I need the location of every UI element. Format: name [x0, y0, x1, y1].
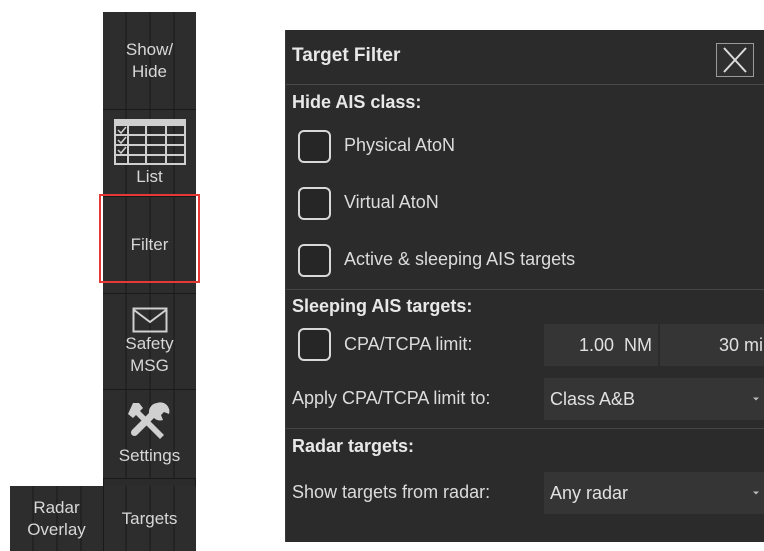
divider [286, 289, 764, 290]
safety-msg-button[interactable]: Safety MSG [103, 294, 196, 390]
active-sleeping-checkbox[interactable] [298, 244, 331, 277]
radar-targets-heading: Radar targets: [292, 436, 415, 456]
physical-aton-label: Physical AtoN [344, 135, 456, 155]
target-filter-dialog: Target Filter Hide AIS class: Physical A… [285, 30, 764, 542]
apply-cpa-select[interactable]: Class A&B [544, 378, 764, 420]
cpa-distance-value: 1.00 NM [578, 334, 652, 355]
wrench-screwdriver-icon [127, 401, 173, 445]
radar-source-value: Any radar [550, 482, 629, 503]
apply-cpa-value: Class A&B [550, 388, 636, 409]
chevron-down-icon [753, 491, 759, 495]
dialog-header: Target Filter [286, 30, 764, 85]
targets-label: Targets [121, 508, 178, 528]
close-icon [717, 47, 753, 80]
divider [286, 428, 764, 429]
apply-cpa-label: Apply CPA/TCPA limit to: [292, 388, 491, 408]
show-hide-label: Show/ Hide [125, 39, 174, 81]
envelope-icon [132, 307, 168, 333]
list-button[interactable]: List [103, 110, 196, 197]
virtual-aton-row[interactable]: Virtual AtoN [286, 183, 764, 225]
chevron-down-icon [753, 397, 759, 401]
cpa-distance-field[interactable]: 1.00 NM [544, 324, 658, 366]
physical-aton-row[interactable]: Physical AtoN [286, 126, 764, 168]
cpa-tcpa-row: CPA/TCPA limit: 1.00 NM 30 min [286, 322, 764, 368]
list-label: List [136, 167, 163, 186]
apply-cpa-row: Apply CPA/TCPA limit to: Class A&B [286, 376, 764, 422]
physical-aton-checkbox[interactable] [298, 130, 331, 163]
settings-label: Settings [118, 446, 181, 465]
active-sleeping-row[interactable]: Active & sleeping AIS targets [286, 240, 764, 282]
settings-button[interactable]: Settings [103, 390, 196, 479]
radar-source-label: Show targets from radar: [292, 482, 491, 502]
sleeping-ais-heading: Sleeping AIS targets: [292, 296, 473, 316]
radar-overlay-button[interactable]: Radar Overlay [10, 486, 104, 551]
cpa-tcpa-label: CPA/TCPA limit: [344, 334, 473, 354]
show-hide-button[interactable]: Show/ Hide [103, 12, 196, 110]
filter-highlight-box [99, 194, 200, 283]
targets-button[interactable]: Targets [103, 486, 196, 551]
radar-overlay-label: Radar Overlay [27, 497, 86, 539]
hide-ais-heading: Hide AIS class: [292, 92, 422, 112]
safety-msg-label: Safety MSG [125, 333, 174, 375]
list-icon [113, 118, 186, 166]
active-sleeping-label: Active & sleeping AIS targets [344, 249, 576, 269]
virtual-aton-checkbox[interactable] [298, 187, 331, 220]
cpa-time-field[interactable]: 30 min [660, 324, 764, 366]
cpa-tcpa-checkbox[interactable] [298, 328, 331, 361]
radar-source-row: Show targets from radar: Any radar [286, 470, 764, 516]
dialog-title: Target Filter [292, 45, 401, 66]
virtual-aton-label: Virtual AtoN [344, 192, 439, 212]
cpa-time-value: 30 min [718, 334, 764, 355]
close-button[interactable] [716, 43, 754, 77]
radar-source-select[interactable]: Any radar [544, 472, 764, 514]
